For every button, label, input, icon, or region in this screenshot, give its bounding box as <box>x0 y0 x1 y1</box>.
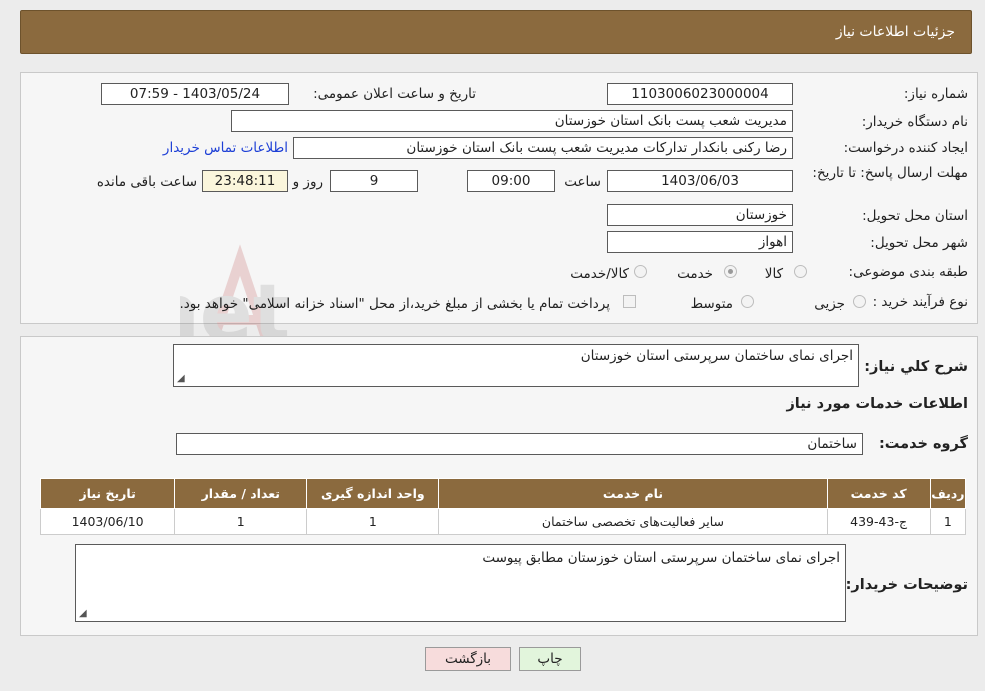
buyer-notes-textarea[interactable]: اجرای نمای ساختمان سرپرستی استان خوزستان… <box>75 544 846 622</box>
province-field: خوزستان <box>607 204 793 226</box>
table-row: 1 ج-43-439 سایر فعالیت‌های تخصصی ساختمان… <box>39 508 967 535</box>
announce-datetime-field: 1403/05/24 - 07:59 <box>101 83 289 105</box>
remaining-time-label: ساعت باقی مانده <box>96 174 197 190</box>
category-label: طبقه بندی موضوعی: <box>848 264 968 280</box>
table-header-row: ردیف کد خدمت نام خدمت واحد اندازه گیری ت… <box>39 478 967 509</box>
deadline-days-label: روز و <box>292 174 323 190</box>
need-number-field: 1103006023000004 <box>607 83 793 105</box>
remaining-time-field: 23:48:11 <box>202 170 288 192</box>
treasury-checkbox[interactable] <box>623 295 636 308</box>
announce-datetime-label: تاریخ و ساعت اعلان عمومی: <box>313 86 476 102</box>
deadline-days-field: 9 <box>330 170 418 192</box>
summary-label: شرح کلي نياز: <box>864 359 968 375</box>
col-header-service-code: کد خدمت <box>826 478 931 509</box>
cell-service-code: ج-43-439 <box>826 508 931 535</box>
resize-grip-icon[interactable]: ◢ <box>177 373 185 384</box>
deadline-label: مهلت ارسال پاسخ: تا تاریخ: <box>812 165 968 181</box>
city-label: شهر محل تحویل: <box>870 235 968 251</box>
buyer-org-field: مدیریت شعب پست بانک استان خوزستان <box>231 110 793 132</box>
need-number-label: شماره نیاز: <box>903 86 968 102</box>
buyer-contact-link[interactable]: اطلاعات تماس خریدار <box>163 140 288 156</box>
process-type-label: نوع فرآیند خرید : <box>872 294 968 310</box>
category-radio-service[interactable] <box>724 265 737 278</box>
cell-row-no: 1 <box>929 508 967 535</box>
services-title: اطلاعات خدمات مورد نیاز <box>786 396 968 412</box>
process-radio-medium[interactable] <box>741 295 754 308</box>
deadline-date-field: 1403/06/03 <box>607 170 793 192</box>
col-header-unit: واحد اندازه گیری <box>306 478 440 509</box>
page-title: جزئیات اطلاعات نیاز <box>835 24 955 40</box>
col-header-row-no: ردیف <box>929 478 967 509</box>
page-header: جزئیات اطلاعات نیاز <box>20 10 972 54</box>
deadline-time-field: 09:00 <box>467 170 555 192</box>
cell-need-date: 1403/06/10 <box>39 508 176 535</box>
process-option-medium: متوسط <box>690 296 733 312</box>
category-option-both: کالا/خدمت <box>570 266 629 282</box>
process-radio-minor[interactable] <box>853 295 866 308</box>
province-label: استان محل تحویل: <box>862 208 968 224</box>
deadline-time-label: ساعت <box>564 174 601 190</box>
creator-label: ایجاد کننده درخواست: <box>843 140 968 156</box>
category-option-service: خدمت <box>677 266 713 282</box>
category-option-goods: کالا <box>764 266 783 282</box>
buyer-org-label: نام دستگاه خریدار: <box>861 114 968 130</box>
print-button[interactable]: چاپ <box>519 647 581 671</box>
buyer-notes-text: اجرای نمای ساختمان سرپرستی استان خوزستان… <box>482 550 840 566</box>
summary-text: اجرای نمای ساختمان سرپرستی استان خوزستان <box>580 348 853 364</box>
process-option-minor: جزیی <box>814 296 845 312</box>
treasury-note: پرداخت تمام یا بخشی از مبلغ خرید،از محل … <box>179 296 610 312</box>
col-header-quantity: تعداد / مقدار <box>174 478 308 509</box>
services-table: ردیف کد خدمت نام خدمت واحد اندازه گیری ت… <box>39 478 967 535</box>
buyer-notes-label: توضیحات خریدار: <box>845 577 968 593</box>
resize-grip-icon[interactable]: ◢ <box>79 608 87 619</box>
cell-service-name: سایر فعالیت‌های تخصصی ساختمان <box>438 508 828 535</box>
service-group-label: گروه خدمت: <box>878 436 968 452</box>
service-group-field: ساختمان <box>176 433 863 455</box>
category-radio-both[interactable] <box>634 265 647 278</box>
col-header-service-name: نام خدمت <box>438 478 828 509</box>
cell-unit: 1 <box>306 508 440 535</box>
category-radio-goods[interactable] <box>794 265 807 278</box>
city-field: اهواز <box>607 231 793 253</box>
creator-field: رضا رکنی بانکدار تدارکات مدیریت شعب پست … <box>293 137 793 159</box>
summary-textarea[interactable]: اجرای نمای ساختمان سرپرستی استان خوزستان… <box>173 344 859 387</box>
col-header-need-date: تاریخ نیاز <box>39 478 176 509</box>
cell-quantity: 1 <box>174 508 308 535</box>
back-button[interactable]: بازگشت <box>425 647 511 671</box>
